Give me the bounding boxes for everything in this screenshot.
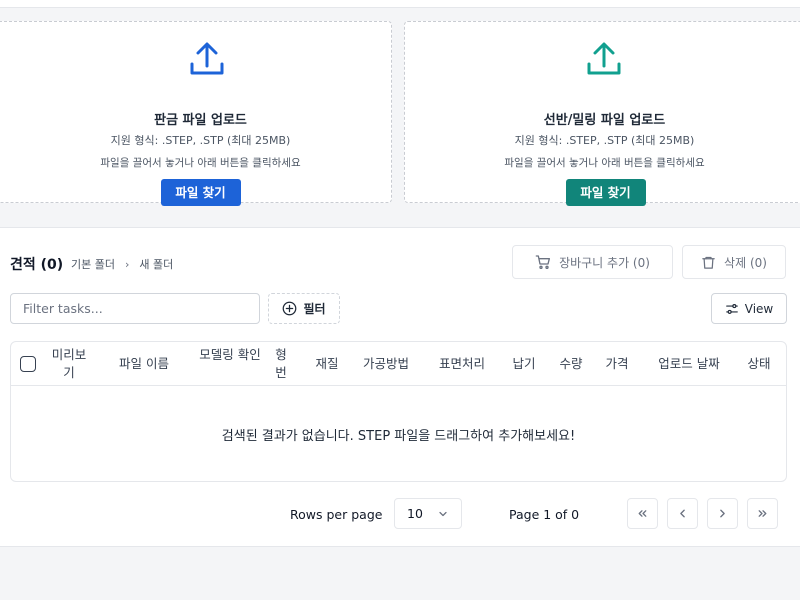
quotes-panel: 견적 (0) 기본 폴더›새 폴더 장바구니 추가 (0) 삭제 (0) 필터 … bbox=[0, 227, 800, 547]
last-page-button[interactable] bbox=[747, 498, 778, 529]
top-bar bbox=[0, 0, 800, 8]
filter-button[interactable]: 필터 bbox=[268, 293, 340, 324]
chevron-right-icon: › bbox=[124, 258, 130, 271]
delete-label: 삭제 (0) bbox=[724, 255, 767, 270]
upload-icon bbox=[587, 42, 620, 75]
add-to-cart-button[interactable]: 장바구니 추가 (0) bbox=[512, 245, 673, 279]
lathe-milling-find-file-button[interactable]: 파일 찾기 bbox=[565, 179, 646, 206]
lathe-milling-upload-title: 선반/밀링 파일 업로드 bbox=[543, 113, 666, 128]
empty-state-message: 검색된 결과가 없습니다. STEP 파일을 드래그하여 추가해보세요! bbox=[221, 429, 576, 444]
select-all-checkbox[interactable] bbox=[20, 356, 36, 372]
sheet-metal-supported-formats: 지원 형식: .STEP, .STP (최대 25MB) bbox=[110, 134, 291, 147]
chevron-down-icon bbox=[439, 511, 447, 517]
sheet-metal-upload-title: 판금 파일 업로드 bbox=[154, 113, 247, 128]
sheet-metal-upload-hint: 파일을 끌어서 놓거나 아래 버튼을 클릭하세요 bbox=[100, 157, 301, 169]
column-header-quantity[interactable]: 수량 bbox=[555, 355, 587, 373]
quotes-header: 견적 (0) 기본 폴더 › 새 폴더 장바구니 추가 (0) 삭제 (0) bbox=[10, 244, 790, 282]
column-header-surface-treatment[interactable]: 표면처리 bbox=[431, 355, 493, 373]
sheet-metal-find-file-button[interactable]: 파일 찾기 bbox=[160, 179, 241, 206]
first-page-button[interactable] bbox=[627, 498, 658, 529]
rows-per-page-label: Rows per page bbox=[290, 507, 383, 522]
column-header-file-name[interactable]: 파일 이름 bbox=[111, 355, 177, 373]
add-to-cart-label: 장바구니 추가 (0) bbox=[559, 255, 650, 270]
plus-circle-icon bbox=[283, 301, 297, 316]
chevrons-left-icon bbox=[638, 510, 647, 517]
column-header-price[interactable]: 가격 bbox=[601, 355, 633, 373]
filter-label: 필터 bbox=[303, 302, 326, 316]
previous-page-button[interactable] bbox=[667, 498, 698, 529]
table-header: 미리보기 파일 이름 모델링 확인 형번 재질 가공방법 표면처리 납기 수량 … bbox=[11, 342, 786, 386]
lathe-milling-upload-dropzone[interactable]: 선반/밀링 파일 업로드 지원 형식: .STEP, .STP (최대 25MB… bbox=[404, 21, 800, 206]
rows-per-page-select[interactable]: 10 bbox=[394, 498, 462, 529]
chevrons-right-icon bbox=[758, 510, 767, 517]
chevron-right-icon bbox=[720, 509, 725, 518]
sliders-icon bbox=[725, 303, 738, 314]
column-header-material[interactable]: 재질 bbox=[309, 355, 345, 373]
column-header-part-number[interactable]: 형번 bbox=[274, 346, 288, 382]
upload-icon bbox=[190, 42, 223, 75]
rows-per-page-value: 10 bbox=[407, 506, 423, 521]
column-header-preview[interactable]: 미리보기 bbox=[51, 346, 87, 382]
breadcrumb-item-default-folder[interactable]: 기본 폴더 bbox=[71, 258, 115, 271]
filter-tasks-input[interactable] bbox=[10, 293, 260, 324]
page-indicator: Page 1 of 0 bbox=[509, 507, 580, 522]
column-header-upload-date[interactable]: 업로드 날짜 bbox=[647, 355, 731, 373]
quotes-table: 미리보기 파일 이름 모델링 확인 형번 재질 가공방법 표면처리 납기 수량 … bbox=[10, 341, 787, 482]
sheet-metal-upload-dropzone[interactable]: 판금 파일 업로드 지원 형식: .STEP, .STP (최대 25MB) 파… bbox=[0, 21, 392, 206]
view-options-button[interactable]: View bbox=[711, 293, 787, 324]
view-label: View bbox=[744, 301, 774, 316]
breadcrumb: 기본 폴더 › 새 폴더 bbox=[71, 256, 173, 272]
chevron-left-icon bbox=[680, 509, 685, 518]
cart-icon bbox=[535, 255, 551, 269]
column-header-modeling-check[interactable]: 모델링 확인 bbox=[193, 346, 267, 364]
trash-icon bbox=[702, 256, 715, 269]
column-header-lead-time[interactable]: 납기 bbox=[508, 355, 540, 373]
quotes-title: 견적 (0) bbox=[10, 257, 64, 273]
lathe-milling-supported-formats: 지원 형식: .STEP, .STP (최대 25MB) bbox=[514, 134, 695, 147]
column-header-status[interactable]: 상태 bbox=[743, 355, 775, 373]
delete-button[interactable]: 삭제 (0) bbox=[682, 245, 786, 279]
lathe-milling-upload-hint: 파일을 끌어서 놓거나 아래 버튼을 클릭하세요 bbox=[504, 157, 705, 169]
next-page-button[interactable] bbox=[707, 498, 738, 529]
column-header-machining-method[interactable]: 가공방법 bbox=[357, 355, 415, 373]
breadcrumb-item-new-folder[interactable]: 새 폴더 bbox=[139, 258, 173, 271]
